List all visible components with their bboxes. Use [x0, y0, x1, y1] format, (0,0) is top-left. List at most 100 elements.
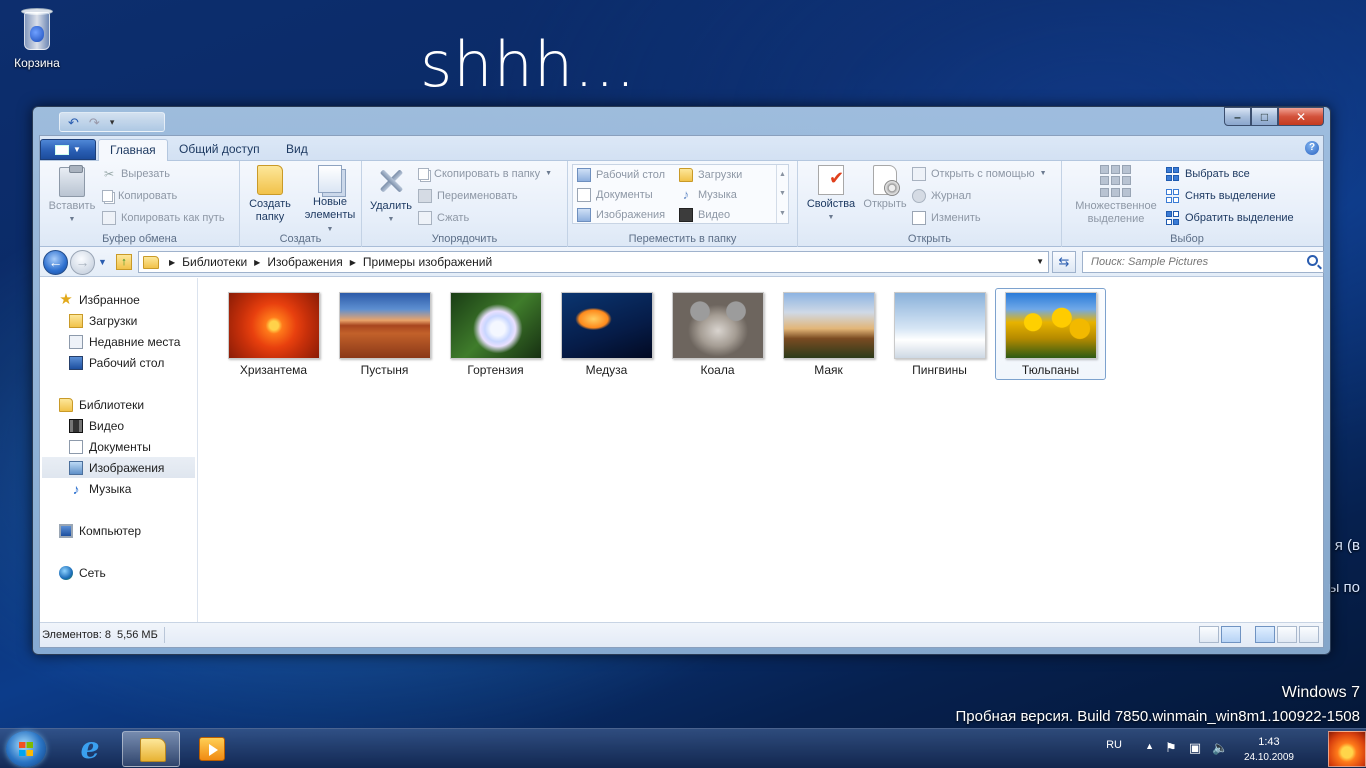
up-folder-button[interactable]: ↑ [116, 254, 132, 270]
compress-button[interactable]: Сжать [418, 208, 469, 228]
cut-button[interactable]: ✂ Вырезать [102, 164, 170, 184]
search-icon[interactable] [1307, 255, 1318, 266]
preview-pane-toggle[interactable] [1299, 626, 1319, 643]
nav-video[interactable]: Видео [40, 415, 197, 436]
multi-select-button[interactable]: Множественное выделение [1068, 165, 1164, 226]
copy-to-button[interactable]: Скопировать в папку ▼ [418, 164, 552, 184]
file-item-penguins[interactable]: Пингвины [884, 288, 995, 380]
navigation-pane-toggle[interactable] [1255, 626, 1275, 643]
clock[interactable]: 1:43 24.10.2009 [1244, 735, 1294, 765]
back-button[interactable]: ← [43, 250, 68, 275]
tab-view[interactable]: Вид [275, 139, 319, 161]
details-pane-toggle[interactable] [1277, 626, 1297, 643]
move-to-music[interactable]: ♪ Музыка [679, 185, 737, 205]
chevron-right-icon[interactable]: ▶ [169, 258, 175, 267]
start-button[interactable] [6, 731, 46, 767]
taskbar-internet-explorer[interactable]: e [60, 731, 118, 767]
nav-recent[interactable]: Недавние места [40, 331, 197, 352]
minimize-button[interactable]: – [1224, 107, 1251, 126]
undo-icon[interactable]: ↶ [68, 116, 79, 129]
chevron-up-icon[interactable]: ▲ [779, 171, 786, 178]
nav-desktop[interactable]: Рабочий стол [40, 352, 197, 373]
nav-favorites[interactable]: ★ Избранное [40, 289, 197, 310]
new-items-button[interactable]: Новые элементы ▼ [300, 165, 360, 236]
open-with-button[interactable]: Открыть с помощью ▼ [912, 164, 1047, 184]
network-tray-icon[interactable]: ▣ [1188, 741, 1202, 755]
select-all-button[interactable]: Выбрать все [1166, 164, 1250, 184]
nav-libraries[interactable]: Библиотеки [40, 394, 197, 415]
forward-button[interactable]: → [70, 250, 95, 275]
maximize-button[interactable]: □ [1251, 107, 1278, 126]
more-icon[interactable]: ▼ [779, 210, 786, 217]
close-button[interactable]: ✕ [1278, 107, 1324, 126]
history-button[interactable]: Журнал [912, 186, 971, 206]
invert-selection-button[interactable]: Обратить выделение [1166, 208, 1294, 228]
recent-places-icon [69, 334, 83, 349]
file-menu-button[interactable]: ▼ [40, 139, 96, 160]
language-indicator[interactable]: RU [1106, 739, 1122, 751]
move-to-documents[interactable]: Документы [577, 185, 653, 205]
chevron-right-icon[interactable]: ▶ [350, 258, 356, 267]
details-view-button[interactable] [1199, 626, 1219, 643]
nav-downloads[interactable]: Загрузки [40, 310, 197, 331]
move-to-video[interactable]: Видео [679, 205, 730, 225]
tab-home[interactable]: Главная [98, 139, 168, 161]
copy-path-button[interactable]: Копировать как путь [102, 208, 225, 228]
copy-button[interactable]: Копировать [102, 186, 177, 206]
breadcrumb-libraries[interactable]: Библиотеки [182, 255, 247, 269]
address-bar[interactable]: ▶ Библиотеки ▶ Изображения ▶ Примеры изо… [138, 251, 1049, 273]
tab-share[interactable]: Общий доступ [168, 139, 271, 161]
action-center-flag-icon[interactable]: ⚑ [1164, 741, 1178, 755]
move-to-pictures[interactable]: Изображения [577, 205, 665, 225]
file-item-jellyfish[interactable]: Медуза [551, 288, 662, 380]
file-list[interactable]: Хризантема Пустыня Гортензия Медуза Коал… [199, 278, 1323, 622]
select-none-button[interactable]: Снять выделение [1166, 186, 1276, 206]
move-to-desktop[interactable]: Рабочий стол [577, 165, 665, 185]
chevron-down-icon[interactable]: ▼ [779, 190, 786, 197]
file-item-koala[interactable]: Коала [662, 288, 773, 380]
move-to-downloads[interactable]: Загрузки [679, 165, 742, 185]
show-hidden-icons[interactable]: ▲ [1145, 741, 1154, 751]
file-item-hydrangeas[interactable]: Гортензия [440, 288, 551, 380]
delete-button[interactable]: Удалить ▼ [366, 165, 416, 226]
redo-icon[interactable]: ↷ [89, 116, 100, 129]
chevron-right-icon[interactable]: ▶ [254, 258, 260, 267]
gallery-scrollbar[interactable]: ▲ ▼ ▼ [776, 165, 788, 223]
file-item-tulips[interactable]: Тюльпаны [995, 288, 1106, 380]
group-organize: Удалить ▼ Скопировать в папку ▼ Переимено… [362, 161, 568, 247]
edit-button[interactable]: Изменить [912, 208, 981, 228]
refresh-button[interactable]: ⇆ [1052, 251, 1076, 273]
help-icon[interactable]: ? [1305, 141, 1319, 155]
recycle-bin[interactable]: Корзина [8, 6, 66, 70]
nav-music[interactable]: ♪ Музыка [40, 478, 197, 499]
file-item-desert[interactable]: Пустыня [329, 288, 440, 380]
address-dropdown-icon[interactable]: ▼ [1036, 257, 1044, 266]
volume-icon[interactable]: 🔈 [1212, 741, 1228, 755]
open-button[interactable]: Открыть [860, 165, 910, 211]
properties-button[interactable]: Свойства ▼ [804, 165, 858, 224]
breadcrumb-sample-pictures[interactable]: Примеры изображений [363, 255, 492, 269]
file-item-chrysanthemum[interactable]: Хризантема [218, 288, 329, 380]
taskbar-explorer[interactable] [122, 731, 180, 767]
show-desktop-button[interactable] [1328, 731, 1366, 767]
rename-button[interactable]: Переименовать [418, 186, 518, 206]
recent-pages-icon[interactable]: ▼ [98, 257, 107, 267]
file-name: Тюльпаны [1021, 363, 1080, 377]
paste-button[interactable]: Вставить ▼ [46, 165, 98, 226]
large-icons-view-button[interactable] [1221, 626, 1241, 643]
nav-pictures[interactable]: Изображения [42, 457, 195, 478]
nav-network[interactable]: Сеть [40, 562, 197, 583]
move-pictures-label: Изображения [596, 209, 666, 221]
search-input[interactable] [1083, 252, 1293, 272]
qat-dropdown-icon[interactable]: ▾ [110, 117, 115, 127]
desktop-partial-text-2: ы по [1328, 579, 1360, 596]
new-folder-button[interactable]: Создать папку [244, 165, 296, 224]
nav-documents[interactable]: Документы [40, 436, 197, 457]
nav-computer[interactable]: Компьютер [40, 520, 197, 541]
taskbar-media-player[interactable] [182, 731, 240, 767]
search-box[interactable] [1082, 251, 1324, 273]
breadcrumb-pictures[interactable]: Изображения [267, 255, 342, 269]
title-bar[interactable]: ↶ ↷ ▾ – □ ✕ [33, 107, 1330, 135]
file-item-lighthouse[interactable]: Маяк [773, 288, 884, 380]
file-name: Пустыня [360, 363, 409, 377]
